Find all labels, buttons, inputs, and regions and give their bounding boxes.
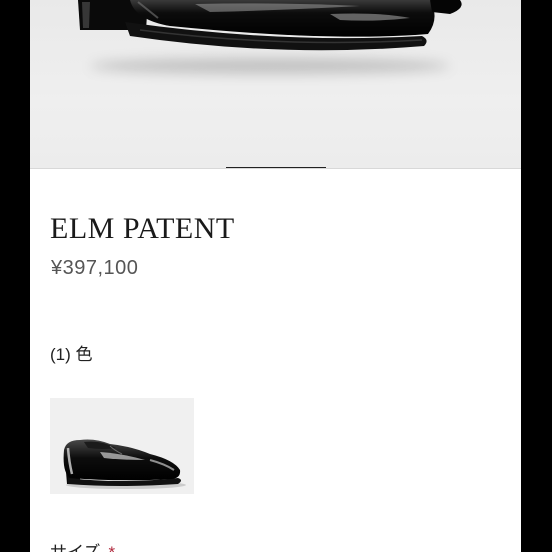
product-price: ¥397,100: [51, 257, 139, 279]
color-option-label: (1) 色: [50, 345, 93, 364]
required-marker: *: [109, 543, 116, 552]
shoe-thumbnail-image: [63, 439, 186, 489]
size-label-text: サイズ: [50, 543, 101, 552]
divider: [30, 168, 521, 169]
size-option-label: サイズ *: [50, 538, 115, 552]
color-swatch-black[interactable]: [50, 398, 194, 494]
product-title: ELM PATENT: [50, 212, 235, 245]
product-page: ELM PATENT ¥397,100 (1) 色: [30, 0, 521, 552]
product-image-carousel[interactable]: [30, 0, 521, 169]
shoe-hero-image: [78, 0, 462, 51]
